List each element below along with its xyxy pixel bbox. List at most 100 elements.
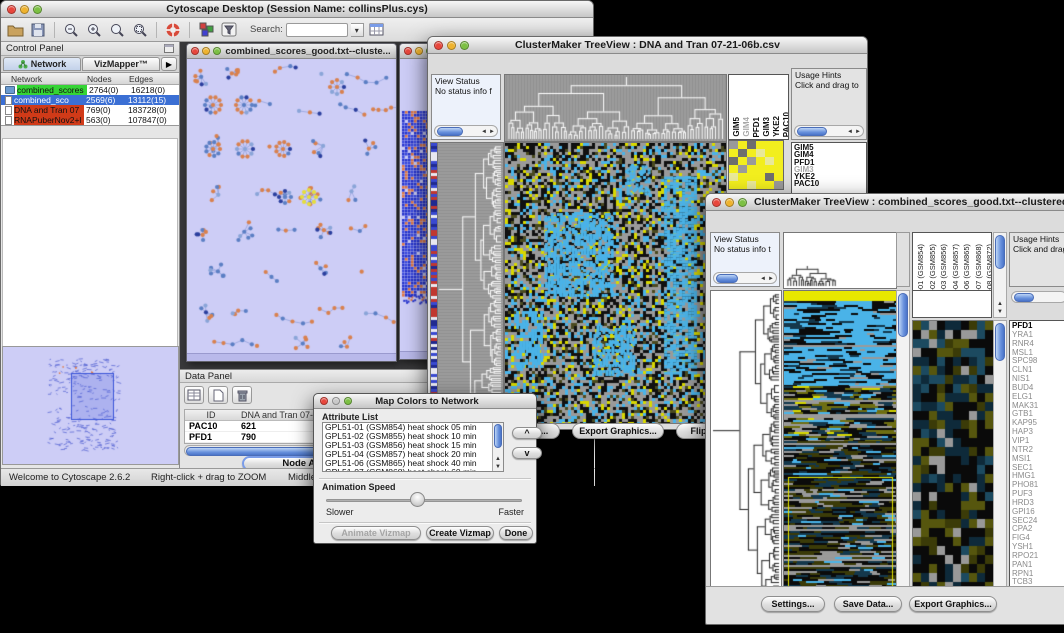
column-label[interactable]: GIM4 <box>742 117 751 137</box>
network-view-titlebar[interactable]: combined_scores_good.txt--cluste... <box>187 44 396 59</box>
summary-cell <box>765 149 774 157</box>
row-id: PAC10 <box>185 421 237 431</box>
animate-vizmap-button[interactable]: Animate Vizmap <box>331 526 421 540</box>
heatmap-canvas[interactable] <box>504 142 727 424</box>
create-vizmap-button[interactable]: Create Vizmap <box>426 526 494 540</box>
dialog-titlebar[interactable]: Map Colors to Network <box>314 394 536 409</box>
gene-dendrogram[interactable] <box>710 290 782 605</box>
usage-hints-scrollbar[interactable]: ◄► <box>794 125 864 137</box>
treeview1-titlebar[interactable]: ClusterMaker TreeView : DNA and Tran 07-… <box>428 37 867 54</box>
global-heatmap-canvas[interactable] <box>783 290 897 605</box>
network-edges-count: 13112(15) <box>128 95 179 105</box>
tab-overflow-button[interactable]: ▶ <box>161 57 177 71</box>
attribute-list-item[interactable]: GPL51-07 (GSM868) heat shock 60 min <box>323 468 503 472</box>
zoom-fit-icon[interactable] <box>107 20 127 40</box>
network-canvas[interactable] <box>187 59 396 353</box>
column-label[interactable]: PFD1 <box>752 117 761 137</box>
close-icon[interactable] <box>434 41 443 50</box>
zoom-heatmap-canvas[interactable] <box>912 320 994 605</box>
birdseye-view[interactable] <box>2 346 179 465</box>
column-labels-scrollbar[interactable]: ▲▼ <box>993 232 1007 318</box>
zoom-window-icon[interactable] <box>460 41 469 50</box>
minimize-icon[interactable] <box>20 5 29 14</box>
open-file-icon[interactable] <box>5 20 25 40</box>
tab-vizmapper[interactable]: VizMapper™ <box>82 57 160 71</box>
zoom-window-icon[interactable] <box>738 198 747 207</box>
summary-cell <box>729 181 738 189</box>
zoom-out-icon[interactable] <box>61 20 81 40</box>
view-status-scrollbar[interactable]: ◄► <box>434 125 498 137</box>
network-row[interactable]: combined_sco 2569(6) 13112(15) <box>1 95 179 105</box>
export-graphics-button[interactable]: Export Graphics... <box>909 596 997 612</box>
search-dropdown-icon[interactable]: ▾ <box>351 23 364 37</box>
network-row[interactable]: RNAPuberNov2+l 563(0) 107847(0) <box>1 115 179 125</box>
column-header-nodes[interactable]: Nodes <box>87 74 129 84</box>
done-button[interactable]: Done <box>499 526 533 540</box>
summary-heatmap[interactable] <box>728 140 784 190</box>
view-status-scrollbar[interactable]: ◄► <box>713 272 777 284</box>
zoom-heatmap-scrollbar[interactable]: ▲▼ <box>993 320 1007 603</box>
help-icon[interactable] <box>163 20 183 40</box>
dendrogram-scrollbar[interactable] <box>896 232 910 287</box>
settings-button[interactable]: Settings... <box>761 596 825 612</box>
search-input[interactable] <box>286 23 348 37</box>
status-welcome: Welcome to Cytoscape 2.6.2 <box>9 472 130 483</box>
cytoscape-titlebar[interactable]: Cytoscape Desktop (Session Name: collins… <box>1 1 593 18</box>
new-attribute-icon[interactable] <box>208 386 228 404</box>
column-label[interactable]: GIM5 <box>732 117 741 137</box>
move-down-button[interactable]: v <box>512 447 542 459</box>
filter-icon[interactable] <box>219 20 239 40</box>
tab-network[interactable]: Network <box>3 57 81 71</box>
minimize-icon[interactable] <box>447 41 456 50</box>
animation-speed-label: Animation Speed <box>322 482 396 492</box>
zoom-window-icon[interactable] <box>213 47 221 55</box>
column-dendrogram[interactable] <box>783 232 897 289</box>
vizmapper-icon[interactable] <box>196 20 216 40</box>
gene-label[interactable]: PAC10 <box>794 180 864 187</box>
attribute-list-scrollbar[interactable]: ▲▼ <box>492 423 503 471</box>
summary-cell <box>774 157 783 165</box>
minimize-icon[interactable] <box>415 47 423 55</box>
faster-label: Faster <box>498 507 524 517</box>
close-icon[interactable] <box>404 47 412 55</box>
close-icon[interactable] <box>712 198 721 207</box>
network-edges-count: 107847(0) <box>128 115 179 125</box>
view-status-text: No status info t <box>714 245 776 255</box>
minimize-icon[interactable] <box>725 198 734 207</box>
zoom-selected-icon[interactable] <box>130 20 150 40</box>
zoom-in-icon[interactable] <box>84 20 104 40</box>
float-panel-icon[interactable] <box>164 44 174 53</box>
column-header-network[interactable]: Network <box>1 74 87 84</box>
column-label[interactable]: YKE2 <box>772 116 781 137</box>
treeview2-titlebar[interactable]: ClusterMaker TreeView : combined_scores_… <box>706 194 1064 211</box>
move-up-button[interactable]: ^ <box>512 427 542 439</box>
column-label[interactable]: GIM3 <box>762 117 771 137</box>
network-row[interactable]: combined_scores 2764(0) 16218(0) <box>1 85 179 95</box>
close-icon[interactable] <box>320 397 328 405</box>
control-panel-title: Control Panel <box>6 43 64 54</box>
zoom-window-icon[interactable] <box>33 5 42 14</box>
column-header-edges[interactable]: Edges <box>129 74 179 84</box>
column-dendrogram[interactable] <box>504 74 727 142</box>
control-panel: Control Panel Network VizMapper™ ▶ Netwo… <box>1 42 180 468</box>
close-icon[interactable] <box>7 5 16 14</box>
summary-cell <box>738 165 747 173</box>
column-label[interactable]: PAC10 <box>782 112 789 137</box>
save-data-button[interactable]: Save Data... <box>834 596 902 612</box>
attribute-browser-icon[interactable] <box>367 20 387 40</box>
delete-attribute-icon[interactable] <box>232 386 252 404</box>
minimize-icon[interactable] <box>202 47 210 55</box>
attribute-select-icon[interactable] <box>184 386 204 404</box>
close-icon[interactable] <box>191 47 199 55</box>
zoom-window-icon[interactable] <box>344 397 352 405</box>
usage-hints-scrollbar[interactable] <box>1011 291 1064 303</box>
gene-dendrogram[interactable] <box>437 142 504 424</box>
column-header-id[interactable]: ID <box>185 410 237 420</box>
network-row[interactable]: DNA and Tran 07 769(0) 183728(0) <box>1 105 179 115</box>
attribute-list[interactable]: GPL51-01 (GSM854) heat shock 05 minGPL51… <box>322 422 504 472</box>
treeview1-title: ClusterMaker TreeView : DNA and Tran 07-… <box>476 39 819 51</box>
heatmap-scrollbar[interactable]: ▲▼ <box>896 290 910 603</box>
export-graphics-button[interactable]: Export Graphics... <box>572 423 664 439</box>
slider-thumb[interactable] <box>410 492 425 507</box>
save-icon[interactable] <box>28 20 48 40</box>
